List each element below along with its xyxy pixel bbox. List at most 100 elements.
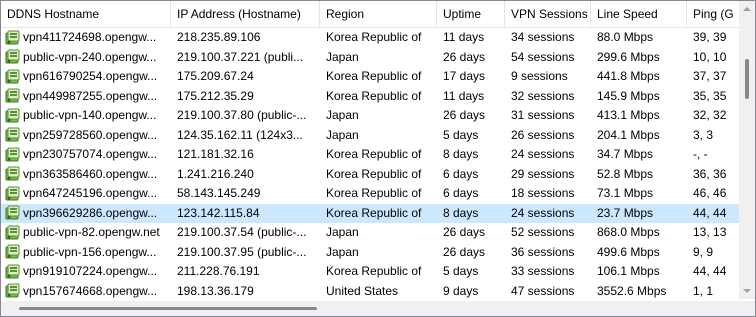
cell-ping: 37, 37 [693, 69, 727, 83]
cell-region: Korea Republic of [326, 30, 422, 44]
table-row[interactable]: vpn616790254.opengw... 175.209.67.24 Korea… [1, 67, 741, 87]
cell-region: Korea Republic of [326, 88, 422, 103]
table-row[interactable]: vpn919107224.opengw... 211.228.76.191 Kore… [1, 262, 741, 282]
cell-uptime: 26 days [443, 244, 486, 259]
cell-line-speed: 145.9 Mbps [597, 88, 660, 103]
horizontal-scroll-thumb[interactable] [19, 307, 317, 310]
column-header-ddns-hostname[interactable]: DDNS Hostname [1, 1, 171, 27]
cell-ping: 46, 46 [693, 186, 727, 200]
column-header-ip-address[interactable]: IP Address (Hostname) [171, 1, 320, 27]
vpn-server-list[interactable]: DDNS Hostname IP Address (Hostname) Regi… [0, 0, 756, 317]
vpn-server-icon [5, 88, 21, 104]
table-row[interactable]: vpn449987255.opengw... 175.212.35.29 Korea… [1, 87, 741, 107]
cell-ip-address: 58.143.145.249 [177, 186, 261, 200]
cell-line-speed: 106.1 Mbps [597, 264, 660, 278]
cell-uptime: 26 days [443, 49, 486, 64]
cell-uptime: 17 days [443, 69, 486, 83]
cell-ping: 10, 10 [693, 49, 727, 64]
cell-ddns-hostname: public-vpn-240.opengw... [1, 48, 171, 68]
cell-ip-address: 218.235.89.106 [177, 30, 261, 44]
hostname-text: vpn411724698.opengw... [23, 30, 157, 44]
cell-ip-address: 121.181.32.16 [177, 147, 254, 161]
table-row[interactable]: public-vpn-82.opengw.net 219.100.37.54 (p… [1, 223, 741, 243]
cell-line-speed: 34.7 Mbps [597, 147, 654, 161]
cell-region: Japan [326, 49, 359, 64]
table-row[interactable]: vpn230757074.opengw... 121.181.32.16 Korea… [1, 145, 741, 165]
column-header-region[interactable]: Region [320, 1, 437, 27]
cell-line-speed: 3552.6 Mbps [597, 283, 667, 298]
cell-vpn-sessions: 52 sessions [511, 225, 575, 239]
hostname-text: public-vpn-240.opengw... [23, 49, 157, 64]
table-row[interactable]: vpn396629286.opengw... 123.142.115.84 Kore… [1, 203, 741, 223]
cell-region: Japan [326, 127, 359, 142]
cell-vpn-sessions: 29 sessions [511, 166, 575, 181]
cell-vpn-sessions: 36 sessions [511, 244, 575, 259]
table-row[interactable]: vpn647245196.opengw... 58.143.145.249 Kore… [1, 184, 741, 204]
cell-vpn-sessions: 34 sessions [511, 30, 575, 44]
cell-line-speed: 73.1 Mbps [597, 186, 654, 200]
cell-ip-address: 175.212.35.29 [177, 88, 254, 103]
vpn-server-icon [5, 225, 21, 241]
vpn-server-icon [5, 127, 21, 143]
cell-uptime: 11 days [443, 88, 485, 103]
column-header-line-speed[interactable]: Line Speed [591, 1, 687, 27]
cell-ip-address: 198.13.36.179 [177, 283, 254, 298]
cell-ddns-hostname: vpn157674668.opengw... [1, 282, 171, 302]
hostname-text: public-vpn-140.opengw... [23, 108, 157, 122]
cell-ping: 13, 13 [693, 225, 727, 239]
cell-ddns-hostname: public-vpn-82.opengw.net [1, 223, 171, 243]
hostname-text: vpn157674668.opengw... [23, 283, 158, 298]
cell-vpn-sessions: 47 sessions [511, 283, 575, 298]
cell-vpn-sessions: 33 sessions [511, 264, 575, 278]
cell-ip-address: 175.209.67.24 [177, 69, 254, 83]
column-header-row: DDNS Hostname IP Address (Hostname) Regi… [1, 1, 741, 28]
vertical-scroll-thumb[interactable] [745, 59, 749, 99]
cell-ddns-hostname: vpn616790254.opengw... [1, 67, 171, 87]
column-header-ping[interactable]: Ping (G [687, 1, 741, 27]
vpn-server-icon [5, 205, 21, 221]
cell-ping: 35, 35 [693, 88, 727, 103]
cell-ip-address: 219.100.37.54 (public-... [177, 225, 307, 239]
table-row[interactable]: vpn157674668.opengw... 198.13.36.179 Unite… [1, 282, 741, 302]
cell-uptime: 8 days [443, 147, 479, 161]
vpn-server-icon [5, 30, 21, 46]
table-row[interactable]: public-vpn-240.opengw... 219.100.37.221 (… [1, 48, 741, 68]
table-row[interactable]: vpn259728560.opengw... 124.35.162.11 (124… [1, 126, 741, 146]
cell-vpn-sessions: 54 sessions [511, 49, 575, 64]
hostname-text: vpn259728560.opengw... [23, 127, 158, 142]
table-row[interactable]: vpn363586460.opengw... 1.241.216.240 Korea… [1, 165, 741, 185]
cell-ping: 32, 32 [693, 108, 727, 122]
cell-ip-address: 219.100.37.80 (public-... [177, 108, 307, 122]
cell-ddns-hostname: vpn230757074.opengw... [1, 145, 171, 165]
cell-uptime: 11 days [443, 30, 485, 44]
cell-ddns-hostname: vpn363586460.opengw... [1, 165, 171, 185]
cell-line-speed: 499.6 Mbps [597, 244, 660, 259]
vertical-scrollbar[interactable] [739, 1, 755, 299]
cell-vpn-sessions: 9 sessions [511, 69, 568, 83]
cell-uptime: 6 days [443, 166, 479, 181]
horizontal-scrollbar[interactable] [1, 301, 741, 316]
cell-ping: 1, 1 [693, 283, 714, 298]
table-row[interactable]: public-vpn-156.opengw... 219.100.37.95 (p… [1, 243, 741, 263]
column-header-vpn-sessions[interactable]: VPN Sessions [505, 1, 591, 27]
cell-ddns-hostname: vpn411724698.opengw... [1, 28, 171, 48]
cell-region: Korea Republic of [326, 186, 422, 200]
hostname-text: vpn396629286.opengw... [23, 205, 158, 220]
scroll-up-arrow-icon[interactable] [743, 7, 751, 11]
cell-uptime: 26 days [443, 108, 486, 122]
cell-vpn-sessions: 24 sessions [511, 205, 575, 220]
scrollbar-corner [740, 301, 755, 316]
vpn-server-icon [5, 186, 21, 202]
table-row[interactable]: public-vpn-140.opengw... 219.100.37.80 (p… [1, 106, 741, 126]
cell-ddns-hostname: public-vpn-140.opengw... [1, 106, 171, 126]
hostname-text: vpn230757074.opengw... [23, 147, 158, 161]
column-header-uptime[interactable]: Uptime [437, 1, 505, 27]
cell-ping: 44, 44 [693, 264, 727, 278]
cell-ip-address: 124.35.162.11 (124x3... [177, 127, 303, 142]
hostname-text: vpn363586460.opengw... [23, 166, 158, 181]
table-row[interactable]: vpn411724698.opengw... 218.235.89.106 Kore… [1, 28, 741, 48]
cell-ping: 44, 44 [693, 205, 727, 220]
scroll-down-arrow-icon[interactable] [743, 289, 751, 293]
vpn-server-icon [5, 147, 21, 163]
vpn-server-icon [5, 264, 21, 280]
